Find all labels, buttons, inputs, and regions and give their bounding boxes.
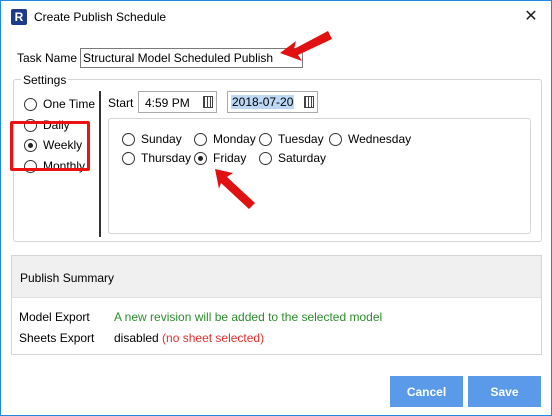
day-label: Monday [213,132,256,146]
radio-icon [259,132,272,146]
sheets-export-label: Sheets Export [19,331,95,345]
radio-icon [329,132,342,146]
day-saturday[interactable]: Saturday [259,151,326,165]
day-monday[interactable]: Monday [194,132,256,146]
summary-header: Publish Summary [12,256,541,298]
sheets-export-value: disabled (no sheet selected) [114,331,264,345]
day-tuesday[interactable]: Tuesday [259,132,324,146]
day-label: Wednesday [348,132,412,146]
annotation-arrow-icon [280,31,332,61]
model-export-value: A new revision will be added to the sele… [114,310,383,324]
day-label: Sunday [141,132,182,146]
day-thursday[interactable]: Thursday [122,151,191,165]
start-label: Start [108,96,134,110]
frequency-one-time[interactable]: One Time [24,97,95,111]
sheets-export-status: disabled [114,331,159,345]
task-name-label: Task Name [17,51,78,65]
annotation-arrow-icon [215,169,255,209]
save-button[interactable]: Save [468,376,541,407]
calendar-icon[interactable] [203,96,213,108]
start-date-value: 2018-07-20 [231,95,295,109]
start-time-picker[interactable]: 4:59 PM [138,91,217,113]
close-icon[interactable]: ✕ [519,5,543,29]
dialog-window: R Create Publish Schedule ✕ Task Name Se… [0,0,552,416]
start-time-value: 4:59 PM [145,96,190,110]
day-wednesday[interactable]: Wednesday [329,132,411,146]
revit-app-icon: R [11,9,27,25]
task-name-input[interactable] [80,48,303,68]
window-title: Create Publish Schedule [34,10,167,24]
radio-icon [194,151,207,165]
day-label: Friday [213,151,247,165]
settings-legend: Settings [21,73,69,87]
day-label: Saturday [278,151,327,165]
summary-title: Publish Summary [20,271,115,285]
cancel-button[interactable]: Cancel [390,376,463,407]
radio-icon [122,132,135,146]
radio-icon [122,151,135,165]
radio-icon [194,132,207,146]
vertical-divider [99,91,101,237]
day-label: Thursday [141,151,192,165]
sheets-export-note: (no sheet selected) [162,331,265,345]
frequency-label: One Time [43,97,96,111]
day-label: Tuesday [278,132,324,146]
day-friday[interactable]: Friday [194,151,246,165]
model-export-label: Model Export [19,310,90,324]
day-sunday[interactable]: Sunday [122,132,182,146]
calendar-icon[interactable] [304,96,314,108]
annotation-highlight-box [10,121,90,171]
radio-icon [24,97,37,111]
radio-icon [259,151,272,165]
start-date-picker[interactable]: 2018-07-20 [227,91,318,113]
